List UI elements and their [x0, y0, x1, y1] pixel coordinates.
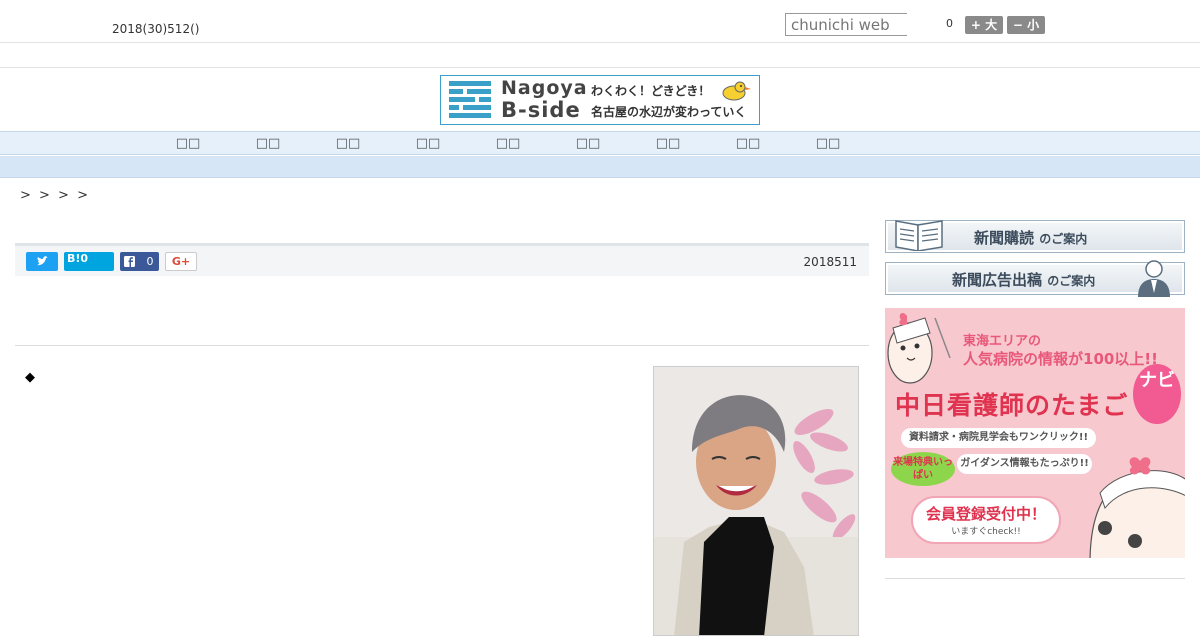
bullet-marker: ◆ — [25, 370, 35, 385]
advertise-label: 新聞広告出稿 — [952, 271, 1043, 289]
header-band — [0, 44, 1200, 68]
logo-mark-icon — [449, 81, 491, 119]
article-photo — [653, 366, 859, 636]
nav-item-2[interactable]: □□ — [248, 136, 288, 151]
subscribe-label: 新聞購読 — [974, 229, 1035, 247]
subscribe-guide-button[interactable]: 新聞購読 のご案内 — [885, 220, 1185, 253]
counter: 0 — [946, 17, 953, 30]
logo-name-line1: Nagoya — [501, 77, 588, 99]
published-date: 2018511 — [803, 255, 857, 269]
person-icon — [1138, 260, 1170, 297]
header-date: 2018(30)512() — [112, 22, 200, 36]
nav-item-8[interactable]: □□ — [728, 136, 768, 151]
advertise-guide-button[interactable]: 新聞広告出稿 のご案内 — [885, 260, 1185, 297]
advertise-sublabel: のご案内 — [1047, 274, 1096, 288]
facebook-share-button[interactable]: 0 — [120, 252, 159, 271]
nav-item-3[interactable]: □□ — [328, 136, 368, 151]
font-large-button[interactable]: + 大 — [965, 16, 1003, 34]
twitter-icon — [37, 256, 48, 266]
ad-title: 中日看護師のたまご — [895, 391, 1129, 420]
ad-headline1: 東海エリアの — [963, 334, 1042, 349]
main-nav: □□ □□ □□ □□ □□ □□ □□ □□ □□ — [0, 131, 1200, 155]
site-logo[interactable]: Nagoya B-side わくわく！どきどき！ 名古屋の水辺が変わっていく — [440, 75, 760, 125]
ad-tokuten-badge: 来場特典いっぱい — [891, 452, 955, 486]
hatena-bookmark-button[interactable]: B!0 — [64, 252, 114, 271]
font-small-button[interactable]: − 小 — [1007, 16, 1045, 34]
nav-item-9[interactable]: □□ — [808, 136, 848, 151]
logo-name-line2: B-side — [501, 98, 581, 122]
hatena-icon: B! — [67, 252, 81, 265]
subscribe-sublabel: のご案内 — [1039, 232, 1088, 246]
nurse-mascot-icon — [887, 313, 951, 384]
nav-item-1[interactable]: □□ — [168, 136, 208, 151]
nurse-recruit-ad[interactable]: 東海エリアの 人気病院の情報が100以上!! 中日看護師のたまご ナビ 資料請求… — [885, 308, 1185, 558]
sub-nav — [0, 156, 1200, 178]
nav-item-4[interactable]: □□ — [408, 136, 448, 151]
hatena-count: 0 — [80, 252, 89, 265]
facebook-count: 0 — [141, 255, 159, 268]
search-input[interactable] — [785, 13, 907, 36]
ad-navi-badge: ナビ — [1133, 364, 1181, 424]
ad-line1: 資料請求・病院見学会もワンクリック!! — [901, 428, 1096, 448]
ad-headline2: 人気病院の情報が100以上!! — [963, 350, 1158, 368]
twitter-share-button[interactable] — [26, 252, 58, 271]
ad-line2: ガイダンス情報もたっぷり!! — [957, 454, 1092, 474]
ad-check-text: いますぐcheck!! — [951, 527, 1021, 537]
breadcrumb: > > > > — [20, 188, 90, 203]
top-bar: 2018(30)512() 0 + 大 − 小 — [0, 0, 1200, 43]
nurse-face-icon — [1089, 457, 1185, 558]
facebook-icon — [124, 256, 135, 267]
share-bar: B!0 0 G+ 2018511 — [15, 243, 869, 276]
logo-tagline1: わくわく！どきどき！ — [591, 84, 711, 98]
bird-mascot-icon — [722, 81, 751, 101]
nav-item-7[interactable]: □□ — [648, 136, 688, 151]
ad-register-bubble: 会員登録受付中！ いますぐcheck!! — [911, 496, 1061, 544]
book-icon — [895, 220, 943, 251]
ad-register-text: 会員登録受付中！ — [925, 505, 1046, 523]
article-divider — [15, 345, 869, 346]
nav-item-6[interactable]: □□ — [568, 136, 608, 151]
sidebar-divider — [885, 578, 1185, 579]
logo-tagline2: 名古屋の水辺が変わっていく — [591, 105, 747, 119]
google-plus-share-button[interactable]: G+ — [165, 252, 197, 271]
portrait-image — [654, 367, 858, 635]
nav-item-5[interactable]: □□ — [488, 136, 528, 151]
